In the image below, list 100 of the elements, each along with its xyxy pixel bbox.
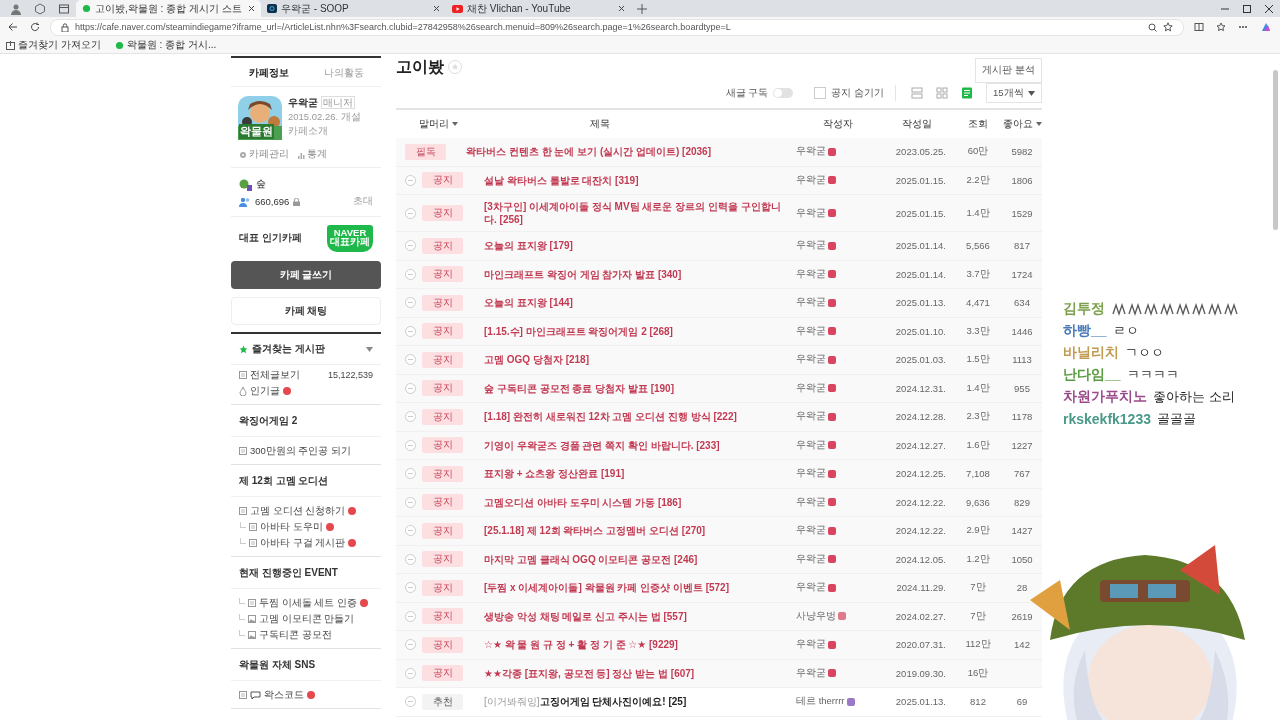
collapse-icon[interactable] bbox=[405, 468, 416, 480]
post-title[interactable]: 마지막 고멤 클래식 OGQ 이모티콘 공모전 [246] bbox=[484, 552, 788, 566]
favorites-icon[interactable] bbox=[1216, 22, 1226, 32]
close-icon[interactable] bbox=[248, 5, 255, 12]
post-title[interactable]: 설날 왁타버스 롤발로 대잔치 [319] bbox=[484, 173, 788, 187]
menu-item[interactable]: 구독티콘 공모전 bbox=[259, 628, 332, 642]
collapse-icon[interactable] bbox=[405, 667, 416, 679]
bookmark-item[interactable]: 즐겨찾기 가져오기 bbox=[6, 38, 101, 52]
collapse-icon[interactable] bbox=[405, 496, 416, 508]
chat-button[interactable]: 카페 채팅 bbox=[231, 297, 381, 325]
post-title[interactable]: [3차구인] 이세계아이돌 정식 MV팀 새로운 장르의 인력을 구인합니다. [256] bbox=[484, 200, 788, 226]
collapse-icon[interactable] bbox=[405, 207, 416, 219]
post-title[interactable]: 고멤오디션 아바타 도우미 시스템 가동 [186] bbox=[484, 495, 788, 509]
post-title[interactable]: ☆★ 왁 물 원 규 정 + 활 정 기 준 ☆★ [9229] bbox=[484, 638, 788, 652]
post-title[interactable]: 오늘의 표지왕 [179] bbox=[484, 239, 788, 253]
author-name[interactable]: 우왁굳 bbox=[796, 410, 826, 424]
close-icon[interactable] bbox=[433, 5, 440, 12]
new-tab-icon[interactable] bbox=[637, 3, 647, 14]
menu-item[interactable]: 인기글 bbox=[250, 384, 280, 398]
menu-item[interactable]: 고멤 이모티콘 만들기 bbox=[259, 612, 355, 626]
post-title[interactable]: 왁타버스 컨텐츠 한 눈에 보기 (실시간 업데이트) [2036] bbox=[466, 145, 788, 159]
collapse-icon[interactable] bbox=[405, 268, 416, 280]
split-screen-icon[interactable] bbox=[1194, 22, 1204, 32]
collapse-icon[interactable] bbox=[405, 240, 416, 252]
star-icon[interactable] bbox=[1163, 22, 1173, 32]
post-title[interactable]: ★★각종 [표지왕, 공모전 등] 정산 받는 법 [607] bbox=[484, 666, 788, 680]
list-view-icon[interactable] bbox=[961, 87, 973, 99]
manager-name[interactable]: 우왁굳 bbox=[288, 97, 318, 108]
author-name[interactable]: 우왁굳 bbox=[796, 145, 826, 159]
collapse-icon[interactable] bbox=[405, 411, 416, 423]
subscribe-toggle[interactable] bbox=[773, 88, 794, 98]
browser-tab[interactable]: 우왁굳 - SOOP bbox=[261, 0, 446, 17]
copilot-icon[interactable] bbox=[1260, 21, 1272, 33]
sidebar-tab[interactable]: 나의활동 bbox=[306, 58, 381, 87]
back-icon[interactable] bbox=[8, 22, 18, 32]
scrollbar-thumb[interactable] bbox=[1273, 70, 1278, 230]
author-name[interactable]: 우왁굳 bbox=[796, 638, 826, 652]
collapse-icon[interactable] bbox=[405, 354, 416, 366]
collapse-icon[interactable] bbox=[405, 525, 416, 537]
author-name[interactable]: 우왁굳 bbox=[796, 552, 826, 566]
close-icon[interactable] bbox=[1264, 3, 1274, 14]
post-title[interactable]: 기영이 우왁굳즈 경품 관련 쪽지 확인 바랍니다. [233] bbox=[484, 438, 788, 452]
author-name[interactable]: 우왁굳 bbox=[796, 267, 826, 281]
per-page-dropdown[interactable]: 15개씩 bbox=[986, 83, 1042, 103]
collapse-icon[interactable] bbox=[405, 297, 416, 309]
bookmark-item[interactable]: 왁물원 : 종합 거시... bbox=[114, 38, 217, 52]
author-name[interactable]: 우왁굳 bbox=[796, 296, 826, 310]
close-icon[interactable] bbox=[618, 5, 625, 12]
grid-view-icon[interactable] bbox=[936, 87, 948, 99]
menu-item[interactable]: 300만원의 주인공 되기 bbox=[250, 444, 352, 458]
sidebar-tab[interactable]: 카페정보 bbox=[231, 58, 306, 87]
card-view-icon[interactable] bbox=[911, 87, 923, 99]
post-title[interactable]: 마인크래프트 왁징어 게임 참가자 발표 [340] bbox=[484, 267, 788, 281]
post-title[interactable]: 오늘의 표지왕 [144] bbox=[484, 296, 788, 310]
collapse-icon[interactable] bbox=[405, 439, 416, 451]
menu-item[interactable]: 전체글보기 bbox=[250, 368, 300, 382]
author-name[interactable]: 테르 therrrr bbox=[796, 695, 845, 709]
author-name[interactable]: 우왁굳 bbox=[796, 173, 826, 187]
author-name[interactable]: 우왁굳 bbox=[796, 438, 826, 452]
collapse-icon[interactable] bbox=[405, 610, 416, 622]
author-name[interactable]: 우왁굳 bbox=[796, 239, 826, 253]
author-name[interactable]: 우왁굳 bbox=[796, 353, 826, 367]
menu-item[interactable]: 왁스코드 bbox=[264, 688, 304, 702]
menu-item[interactable]: 아바타 도우미 bbox=[260, 520, 323, 534]
post-title[interactable]: 표지왕 + 쇼츠왕 정산완료 [191] bbox=[484, 467, 788, 481]
post-title[interactable]: [1.15.수] 마인크래프트 왁징어게임 2 [268] bbox=[484, 324, 788, 338]
post-title[interactable]: 고멤 OGQ 당첨자 [218] bbox=[484, 353, 788, 367]
tab-list-icon[interactable] bbox=[58, 2, 70, 15]
author-name[interactable]: 우왁굳 bbox=[796, 666, 826, 680]
caret-icon[interactable] bbox=[366, 346, 373, 352]
zoom-icon[interactable] bbox=[1148, 22, 1157, 32]
collapse-icon[interactable] bbox=[405, 325, 416, 337]
invite-link[interactable]: 초대 bbox=[353, 195, 373, 208]
maximize-icon[interactable] bbox=[1242, 3, 1252, 14]
author-name[interactable]: 우왁굳 bbox=[796, 495, 826, 509]
post-title[interactable]: 숲 구독티콘 공모전 종료 당첨자 발표 [190] bbox=[484, 381, 788, 395]
post-title[interactable]: 생방송 악성 채팅 메일로 신고 주시는 법 [557] bbox=[484, 609, 788, 623]
cafe-link[interactable]: 통계 bbox=[297, 148, 327, 161]
author-name[interactable]: 우왁굳 bbox=[796, 324, 826, 338]
browser-tab[interactable]: 고이봤,왁물원 : 종합 게시기 스트 bbox=[76, 0, 261, 17]
collapse-icon[interactable] bbox=[405, 174, 416, 186]
collapse-icon[interactable] bbox=[405, 639, 416, 651]
menu-item[interactable]: 아바타 구걸 게시판 bbox=[260, 536, 346, 550]
column-header[interactable]: 좋아요 bbox=[1002, 117, 1042, 131]
author-name[interactable]: 우왁굳 bbox=[796, 206, 826, 220]
collapse-icon[interactable] bbox=[405, 582, 416, 594]
hide-notice-checkbox[interactable] bbox=[814, 87, 827, 99]
author-name[interactable]: 우왁굳 bbox=[796, 467, 826, 481]
author-name[interactable]: 우왁굳 bbox=[796, 381, 826, 395]
refresh-icon[interactable] bbox=[30, 22, 40, 32]
browser-tab[interactable]: 채찬 Vlichan - YouTube bbox=[446, 0, 631, 17]
write-button[interactable]: 카페 글쓰기 bbox=[231, 261, 381, 289]
post-title[interactable]: [두찜 x 이세계아이돌] 왁물원 카페 인증샷 이벤트 [572] bbox=[484, 581, 788, 595]
collapse-icon[interactable] bbox=[405, 696, 416, 708]
address-field[interactable]: https://cafe.naver.com/steamindiegame?iframe_url=/ArticleList.nhn%3Fsearch.clubid=27842958%26search.menuid=809%26search.page=1%26search.boardtype=L bbox=[50, 18, 1184, 36]
author-name[interactable]: 우왁굳 bbox=[796, 581, 826, 595]
cafe-link[interactable]: 카페관리 bbox=[239, 148, 289, 161]
post-title[interactable]: [이거봐줘잉]고징어게임 단체사진이예요! [25] bbox=[484, 695, 788, 709]
post-title[interactable]: [25.1.18] 제 12회 왁타버스 고정멤버 오디션 [270] bbox=[484, 524, 788, 538]
profile-icon[interactable] bbox=[10, 2, 22, 15]
